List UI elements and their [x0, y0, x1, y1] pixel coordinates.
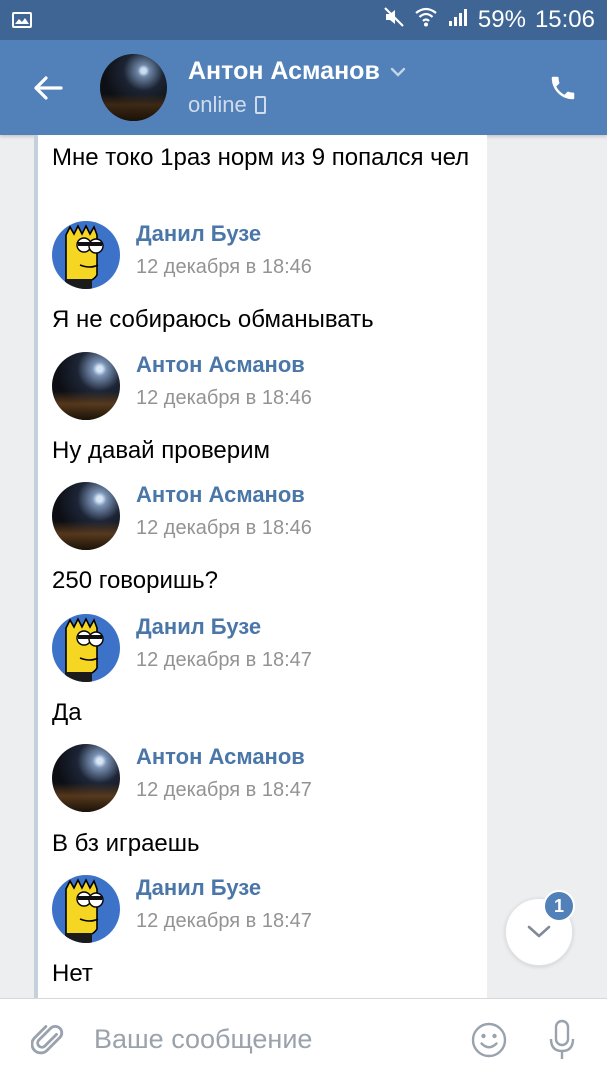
- paperclip-icon: [31, 1024, 64, 1054]
- message-text: Мне токо 1раз норм из 9 попался чел: [52, 144, 470, 171]
- wifi-icon: [414, 6, 438, 35]
- avatar[interactable]: [52, 875, 120, 943]
- message-author-block: Антон Асманов 12 декабря в 18:46: [52, 352, 472, 420]
- message-text: В бз играешь: [52, 830, 200, 857]
- message-author-block: Антон Асманов 12 декабря в 18:46: [52, 482, 472, 550]
- emoji-button[interactable]: [469, 1020, 509, 1060]
- avatar[interactable]: [52, 352, 120, 420]
- status-icons: 59% 15:06: [383, 6, 595, 35]
- message-list[interactable]: Мне токо 1раз норм из 9 попался чел Дани…: [0, 135, 607, 998]
- phone-icon: [551, 76, 575, 99]
- bart-avatar-icon: [65, 224, 104, 289]
- chat-header: Антон Асманов online: [0, 40, 607, 135]
- battery-level: 59%: [477, 6, 526, 33]
- author-name-link[interactable]: Данил Бузе: [136, 875, 261, 901]
- back-button[interactable]: [23, 63, 73, 113]
- bart-avatar-icon: [65, 878, 104, 943]
- status-bar: 59% 15:06: [0, 0, 607, 40]
- author-name-link[interactable]: Антон Асманов: [136, 352, 305, 378]
- message-text: Я не собираюсь обманывать: [52, 306, 374, 333]
- header-info[interactable]: Антон Асманов online: [188, 57, 406, 118]
- back-arrow-icon: [34, 75, 63, 100]
- mute-icon: [383, 6, 405, 35]
- header-contact-name: Антон Асманов: [188, 57, 380, 85]
- microphone-icon: [549, 1019, 575, 1059]
- message-date: 12 декабря в 18:47: [136, 649, 312, 671]
- chevron-down-icon: [390, 67, 406, 77]
- message-date: 12 декабря в 18:47: [136, 910, 312, 932]
- message-input[interactable]: [94, 1024, 434, 1055]
- avatar[interactable]: [52, 744, 120, 812]
- message-author-block: Данил Бузе 12 декабря в 18:47: [52, 614, 472, 682]
- avatar[interactable]: [52, 221, 120, 289]
- message-author-block: Данил Бузе 12 декабря в 18:46: [52, 221, 472, 289]
- message-text: Нет: [52, 960, 93, 987]
- author-name-link[interactable]: Данил Бузе: [136, 221, 261, 247]
- message-date: 12 декабря в 18:46: [136, 256, 312, 278]
- avatar[interactable]: [52, 482, 120, 550]
- forwarded-bar: [34, 135, 38, 998]
- online-status: online: [188, 92, 247, 117]
- mobile-icon: [254, 96, 266, 114]
- signal-icon: [447, 6, 469, 35]
- voice-record-button[interactable]: [545, 1018, 579, 1062]
- message-text: Ну давай проверим: [52, 437, 271, 464]
- author-name-link[interactable]: Антон Асманов: [136, 744, 305, 770]
- message-date: 12 декабря в 18:46: [136, 517, 312, 539]
- header-avatar[interactable]: [100, 54, 167, 121]
- message-date: 12 декабря в 18:46: [136, 387, 312, 409]
- chevron-down-icon: [527, 925, 551, 938]
- author-name-link[interactable]: Данил Бузе: [136, 614, 261, 640]
- attach-button[interactable]: [28, 1018, 68, 1062]
- call-button[interactable]: [543, 68, 583, 108]
- message-date: 12 декабря в 18:47: [136, 779, 312, 801]
- gallery-icon: [12, 12, 32, 28]
- message-author-block: Антон Асманов 12 декабря в 18:47: [52, 744, 472, 812]
- message-author-block: Данил Бузе 12 декабря в 18:47: [52, 875, 472, 943]
- status-time: 15:06: [534, 6, 595, 33]
- bart-avatar-icon: [65, 617, 104, 682]
- author-name-link[interactable]: Антон Асманов: [136, 482, 305, 508]
- message-text: Да: [52, 699, 82, 726]
- avatar[interactable]: [52, 614, 120, 682]
- unread-badge: 1: [543, 890, 575, 922]
- message-text: 250 говоришь?: [52, 567, 218, 594]
- message-composer: [0, 998, 607, 1080]
- smiley-icon: [471, 1022, 507, 1057]
